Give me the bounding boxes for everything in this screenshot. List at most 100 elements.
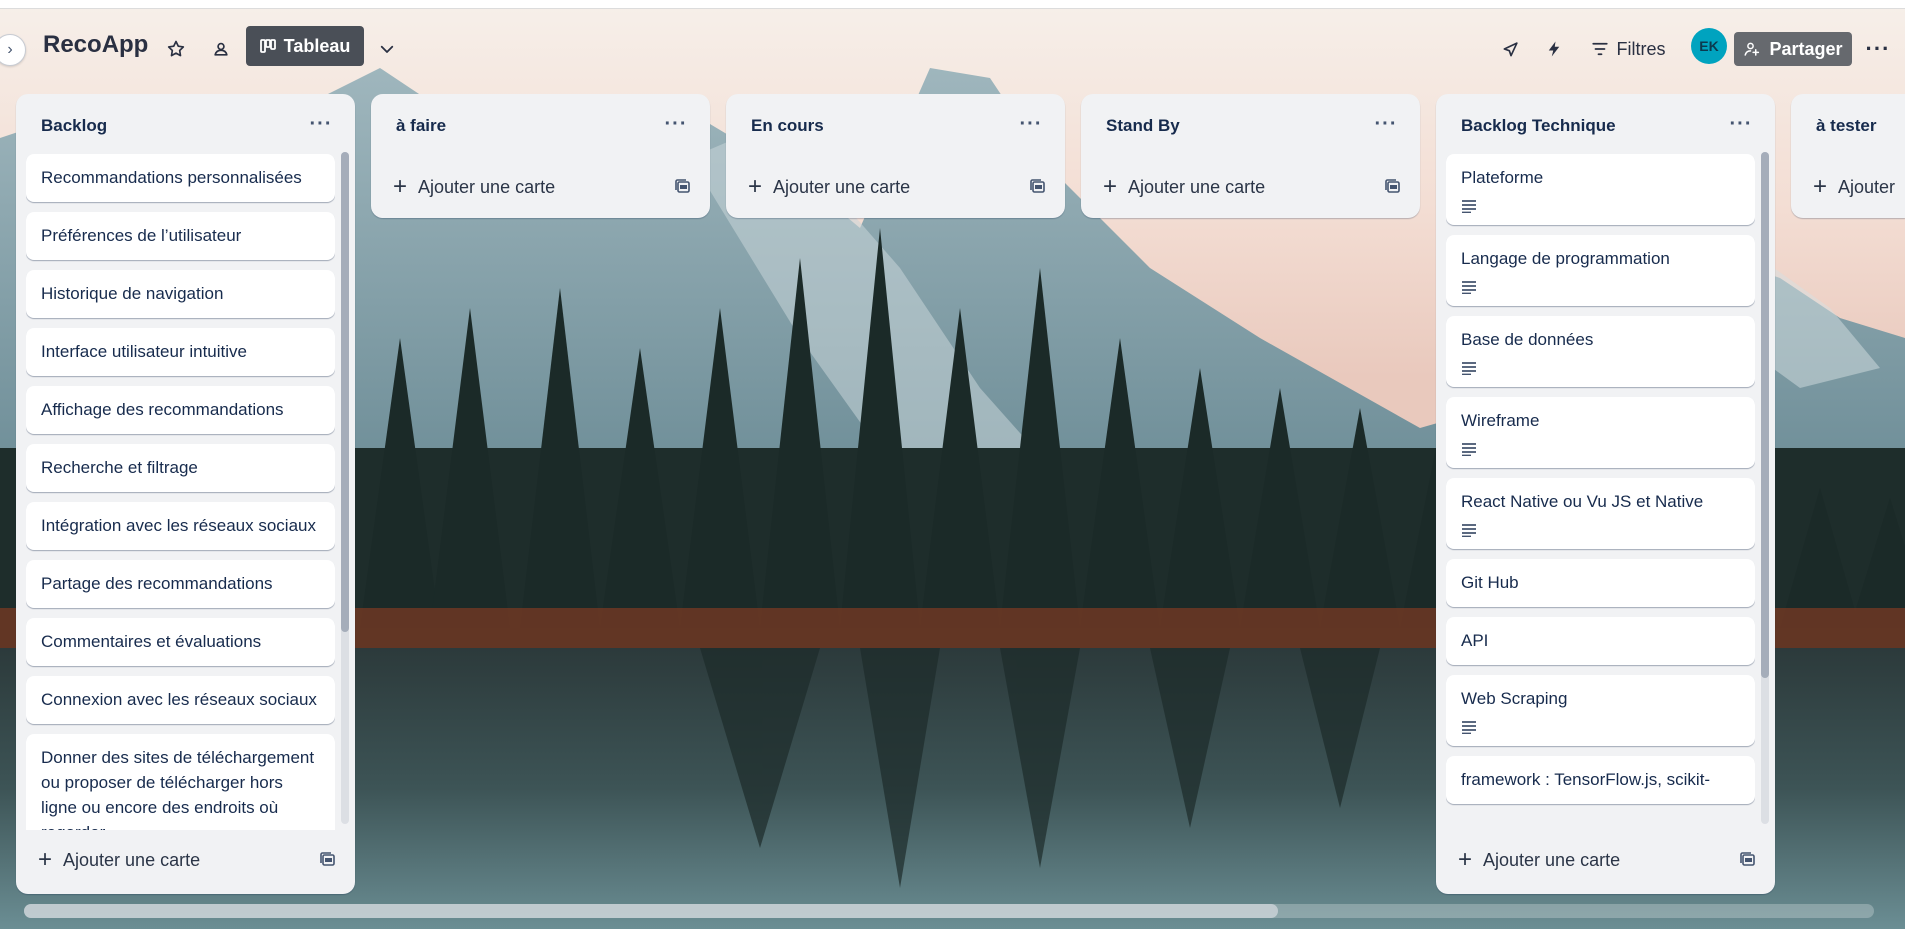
list-menu-button[interactable]: ··· — [660, 110, 692, 138]
list-header[interactable]: Backlog ··· — [16, 94, 355, 152]
list-backlog-technique: Backlog Technique ··· Plateforme Langage… — [1436, 94, 1775, 894]
card-title: Plateforme — [1461, 168, 1544, 187]
board-menu-button[interactable]: ··· — [1860, 32, 1896, 66]
list-menu-button[interactable]: ··· — [305, 110, 337, 138]
list-header[interactable]: à tester — [1791, 94, 1905, 152]
board-header: › RecoApp Tableau Filtres EK Partager ··… — [0, 8, 1905, 80]
ellipsis-icon: ··· — [664, 112, 688, 135]
card-title: API — [1461, 631, 1489, 650]
card[interactable]: React Native ou Vu JS et Native — [1446, 478, 1755, 549]
add-card-button[interactable]: + Ajouter — [1801, 167, 1905, 207]
board-scroll-thumb[interactable] — [24, 904, 1278, 918]
power-ups-button[interactable] — [1495, 32, 1527, 66]
card[interactable]: Commentaires et évaluations — [26, 618, 335, 666]
card-title: Donner des sites de téléchargement ou pr… — [41, 748, 315, 830]
star-icon — [167, 40, 185, 57]
card[interactable]: Plateforme — [1446, 154, 1755, 225]
list-menu-button[interactable]: ··· — [1725, 110, 1757, 138]
add-card-label: Ajouter une carte — [773, 176, 911, 197]
card[interactable]: Recommandations personnalisées — [26, 154, 335, 202]
star-button[interactable] — [160, 32, 192, 66]
card[interactable]: Intégration avec les réseaux sociaux — [26, 502, 335, 550]
workspace-visibility-button[interactable] — [205, 32, 237, 66]
board-horizontal-scrollbar[interactable] — [24, 904, 1874, 918]
list-scroll-thumb[interactable] — [1761, 152, 1769, 678]
list-title[interactable]: Stand By — [1106, 116, 1180, 136]
card-title: Partage des recommandations — [41, 574, 273, 593]
list-header[interactable]: à faire ··· — [371, 94, 710, 152]
add-card-label: Ajouter — [1838, 176, 1896, 197]
list-title[interactable]: En cours — [751, 116, 824, 136]
card[interactable]: Interface utilisateur intuitive — [26, 328, 335, 376]
card-title: Intégration avec les réseaux sociaux — [41, 516, 316, 535]
add-card-button[interactable]: + Ajouter une carte — [1446, 840, 1718, 880]
list-title[interactable]: Backlog — [41, 116, 107, 136]
description-icon — [1462, 281, 1476, 294]
share-button[interactable]: Partager — [1734, 32, 1852, 66]
card[interactable]: Git Hub — [1446, 559, 1755, 607]
plus-icon: + — [38, 846, 53, 873]
list-title[interactable]: à tester — [1816, 116, 1876, 136]
list-header[interactable]: Stand By ··· — [1081, 94, 1420, 152]
chevron-right-icon[interactable]: › — [0, 34, 26, 66]
description-icon — [1462, 443, 1476, 456]
card[interactable]: Recherche et filtrage — [26, 444, 335, 492]
ellipsis-icon: ··· — [1729, 112, 1753, 135]
ellipsis-icon: ··· — [1019, 112, 1043, 135]
view-switcher-button[interactable] — [370, 32, 404, 66]
card[interactable]: Langage de programmation — [1446, 235, 1755, 306]
avatar[interactable]: EK — [1691, 28, 1727, 64]
list-header[interactable]: Backlog Technique ··· — [1436, 94, 1775, 152]
card[interactable]: Wireframe — [1446, 397, 1755, 468]
card[interactable]: Préférences de l’utilisateur — [26, 212, 335, 260]
card-title: Langage de programmation — [1461, 249, 1670, 268]
card-title: Git Hub — [1461, 573, 1519, 592]
plus-icon: + — [1458, 846, 1473, 873]
add-card-button[interactable]: + Ajouter une carte — [1091, 167, 1363, 207]
add-card-button[interactable]: + Ajouter une carte — [736, 167, 1008, 207]
card[interactable]: API — [1446, 617, 1755, 665]
list-scroll-thumb[interactable] — [341, 152, 349, 632]
list-menu-button[interactable]: ··· — [1370, 110, 1402, 138]
card[interactable]: Web Scraping — [1446, 675, 1755, 746]
list-menu-button[interactable]: ··· — [1015, 110, 1047, 138]
ellipsis-icon: ··· — [309, 112, 333, 135]
card-title: Recherche et filtrage — [41, 458, 198, 477]
list-header[interactable]: En cours ··· — [726, 94, 1065, 152]
card[interactable]: Historique de navigation — [26, 270, 335, 318]
filters-button[interactable]: Filtres — [1583, 32, 1673, 66]
automation-button[interactable] — [1538, 32, 1570, 66]
card[interactable]: Connexion avec les réseaux sociaux — [26, 676, 335, 724]
card-title: framework : TensorFlow.js, scikit- — [1461, 770, 1711, 789]
card-title: React Native ou Vu JS et Native — [1461, 492, 1704, 511]
board-title[interactable]: RecoApp — [43, 31, 148, 59]
create-from-template-button[interactable] — [314, 846, 342, 874]
card-title: Connexion avec les réseaux sociaux — [41, 690, 317, 709]
card[interactable]: Partage des recommandations — [26, 560, 335, 608]
list-scrollbar[interactable] — [1761, 152, 1769, 824]
ellipsis-icon: ··· — [1865, 36, 1891, 61]
create-from-template-button[interactable] — [1734, 846, 1762, 874]
filters-label: Filtres — [1616, 38, 1666, 59]
create-from-template-button[interactable] — [669, 173, 697, 201]
add-card-button[interactable]: + Ajouter une carte — [26, 840, 298, 880]
ellipsis-icon: ··· — [1374, 112, 1398, 135]
list-scrollbar[interactable] — [341, 152, 349, 824]
card[interactable]: framework : TensorFlow.js, scikit- — [1446, 756, 1755, 804]
add-card-button[interactable]: + Ajouter une carte — [381, 167, 653, 207]
card[interactable]: Base de données — [1446, 316, 1755, 387]
create-from-template-button[interactable] — [1379, 173, 1407, 201]
board-lists: Backlog ··· Recommandations personnalisé… — [0, 94, 1905, 894]
rocket-icon — [1503, 42, 1518, 57]
create-from-template-button[interactable] — [1024, 173, 1052, 201]
card-title: Préférences de l’utilisateur — [41, 226, 242, 245]
card[interactable]: Affichage des recommandations — [26, 386, 335, 434]
card-title: Historique de navigation — [41, 284, 224, 303]
board-view-button[interactable]: Tableau — [246, 26, 364, 66]
list-title[interactable]: Backlog Technique — [1461, 116, 1616, 136]
list-stand-by: Stand By ··· + Ajouter une carte — [1081, 94, 1420, 218]
description-icon — [1462, 200, 1476, 213]
card[interactable]: Donner des sites de téléchargement ou pr… — [26, 734, 335, 830]
card-template-icon — [675, 179, 690, 193]
list-title[interactable]: à faire — [396, 116, 446, 136]
